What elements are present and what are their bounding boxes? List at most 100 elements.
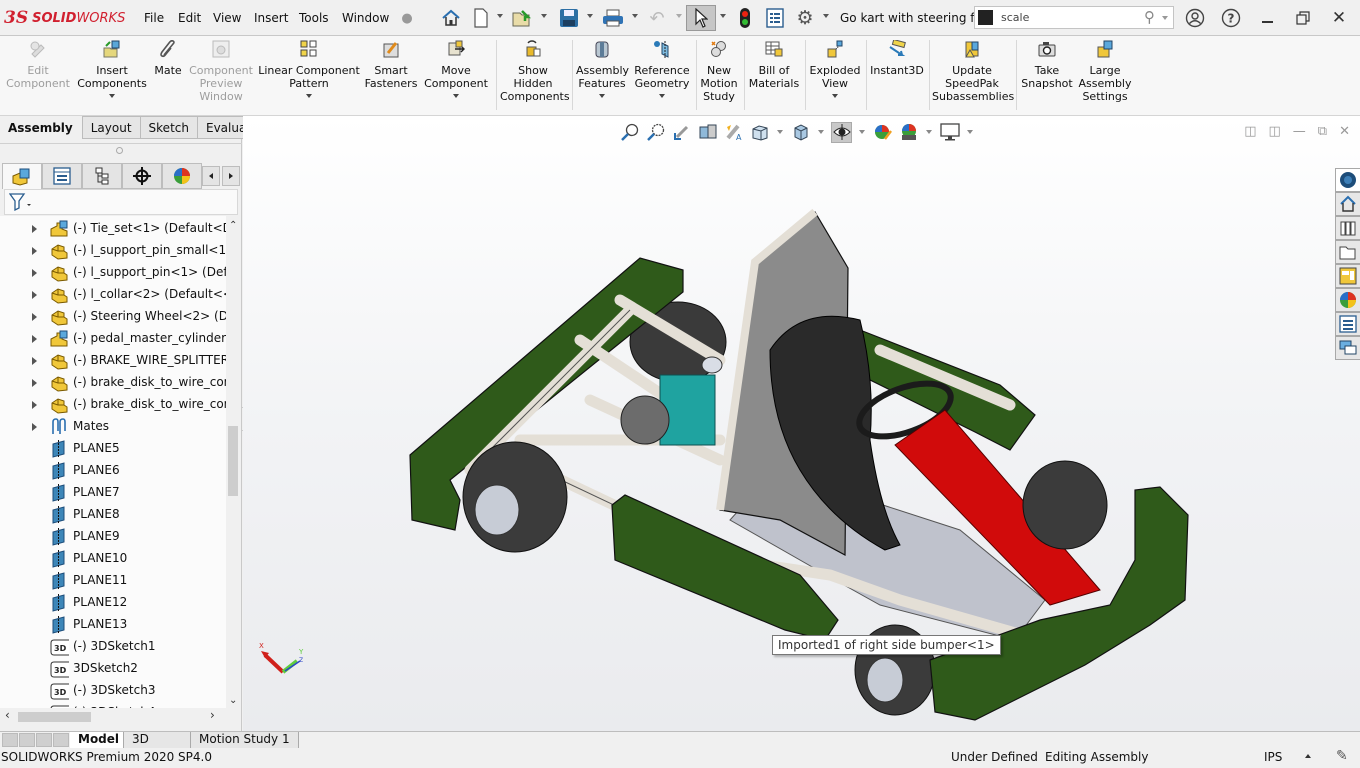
custom-properties-icon[interactable] bbox=[1335, 312, 1360, 336]
linear-component-pattern-dropdown[interactable] bbox=[306, 94, 312, 98]
tab-motion-study-1[interactable]: Motion Study 1 bbox=[191, 732, 299, 748]
print-icon[interactable] bbox=[602, 7, 624, 29]
menu-file[interactable]: File bbox=[144, 11, 164, 25]
menu-window[interactable]: Window bbox=[342, 11, 389, 25]
new-document-icon[interactable] bbox=[470, 7, 492, 29]
tree-item[interactable]: PLANE9 bbox=[0, 526, 226, 548]
options-icon[interactable]: ⚙ bbox=[794, 7, 816, 29]
options-dropdown[interactable] bbox=[823, 14, 829, 18]
save-dropdown[interactable] bbox=[587, 14, 593, 18]
tab-scroll-left[interactable] bbox=[202, 166, 220, 186]
file-properties-icon[interactable] bbox=[764, 7, 786, 29]
displaymanager-tab[interactable] bbox=[162, 163, 202, 189]
tab-first-button[interactable] bbox=[2, 733, 18, 747]
expand-arrow-icon[interactable] bbox=[32, 313, 37, 321]
tree-item[interactable]: (-) BRAKE_WIRE_SPLITTER<1: bbox=[0, 350, 226, 372]
propertymanager-tab[interactable] bbox=[42, 163, 82, 189]
menu-view[interactable]: View bbox=[213, 11, 241, 25]
tree-item[interactable]: PLANE5 bbox=[0, 438, 226, 460]
expand-arrow-icon[interactable] bbox=[32, 225, 37, 233]
new-motion-study-button[interactable]: New Motion Study bbox=[699, 40, 739, 103]
home-icon[interactable] bbox=[1335, 192, 1360, 216]
tree-item[interactable]: PLANE6 bbox=[0, 460, 226, 482]
search-input[interactable] bbox=[1001, 9, 1121, 26]
tab-sketch[interactable]: Sketch bbox=[140, 116, 198, 139]
tree-item[interactable]: (-) pedal_master_cylinder<1> bbox=[0, 328, 226, 350]
minimize-button[interactable] bbox=[1254, 6, 1280, 30]
tree-item[interactable]: PLANE13 bbox=[0, 614, 226, 636]
assembly-features-dropdown[interactable] bbox=[599, 94, 605, 98]
tree-item[interactable]: PLANE12 bbox=[0, 592, 226, 614]
user-account-icon[interactable] bbox=[1182, 6, 1208, 30]
tree-item[interactable]: (-) l_collar<2> (Default<<De bbox=[0, 284, 226, 306]
appearances-icon[interactable] bbox=[1335, 288, 1360, 312]
tree-item[interactable]: PLANE11 bbox=[0, 570, 226, 592]
close-button[interactable]: ✕ bbox=[1326, 6, 1352, 30]
new-dropdown[interactable] bbox=[497, 14, 503, 18]
linear-component-pattern-button[interactable]: Linear Component Pattern bbox=[258, 40, 360, 98]
expand-arrow-icon[interactable] bbox=[32, 357, 37, 365]
tab-layout[interactable]: Layout bbox=[81, 116, 141, 139]
assembly-features-button[interactable]: Assembly Features bbox=[576, 40, 629, 98]
menu-edit[interactable]: Edit bbox=[178, 11, 201, 25]
expand-arrow-icon[interactable] bbox=[32, 423, 37, 431]
tree-item[interactable]: (-) l_support_pin_small<1> (I bbox=[0, 240, 226, 262]
show-hidden-components-button[interactable]: Show Hidden Components bbox=[500, 40, 570, 103]
reference-geometry-dropdown[interactable] bbox=[659, 94, 665, 98]
save-icon[interactable] bbox=[558, 7, 580, 29]
tree-item[interactable]: 3D (-) 3DSketch3 bbox=[0, 680, 226, 702]
units-selector[interactable]: IPS bbox=[1264, 750, 1282, 764]
expand-arrow-icon[interactable] bbox=[32, 335, 37, 343]
tree-item[interactable]: (-) Tie_set<1> (Default<Displ bbox=[0, 218, 226, 240]
tree-horizontal-scrollbar[interactable]: ‹ › bbox=[0, 708, 226, 725]
tab-next-button[interactable] bbox=[36, 733, 52, 747]
tab-scroll-right[interactable] bbox=[222, 166, 240, 186]
expand-arrow-icon[interactable] bbox=[32, 269, 37, 277]
tree-item[interactable]: PLANE7 bbox=[0, 482, 226, 504]
tree-item[interactable]: (-) brake_disk_to_wire_conne bbox=[0, 394, 226, 416]
tree-item[interactable]: Mates bbox=[0, 416, 226, 438]
panel-resize-handle[interactable] bbox=[116, 147, 123, 154]
print-dropdown[interactable] bbox=[632, 14, 638, 18]
insert-components-button[interactable]: Insert Components bbox=[76, 40, 148, 98]
update-speedpak-button[interactable]: Update SpeedPak Subassemblies bbox=[932, 40, 1014, 103]
edit-component-button[interactable]: Edit Component bbox=[6, 40, 70, 90]
exploded-view-button[interactable]: Exploded View bbox=[808, 40, 862, 98]
tree-vertical-scrollbar[interactable]: ⌃ ⌄ bbox=[226, 216, 240, 708]
search-commands[interactable]: ⚲ bbox=[974, 6, 1174, 29]
select-dropdown[interactable] bbox=[720, 14, 726, 18]
insert-components-dropdown[interactable] bbox=[109, 94, 115, 98]
tab-3d-views[interactable]: 3D Views bbox=[124, 732, 191, 761]
scroll-thumb[interactable] bbox=[18, 712, 91, 722]
expand-arrow-icon[interactable] bbox=[32, 291, 37, 299]
rebuild-icon[interactable] bbox=[734, 7, 756, 29]
expand-arrow-icon[interactable] bbox=[32, 379, 37, 387]
expand-arrow-icon[interactable] bbox=[32, 401, 37, 409]
restore-button[interactable] bbox=[1290, 6, 1316, 30]
configurationmanager-tab[interactable] bbox=[82, 163, 122, 189]
menu-tools[interactable]: Tools bbox=[299, 11, 329, 25]
tree-item[interactable]: 3D (-) 3DSketch1 bbox=[0, 636, 226, 658]
take-snapshot-button[interactable]: Take Snapshot bbox=[1019, 40, 1075, 90]
tree-item[interactable]: (-) l_support_pin<1> (Defaul bbox=[0, 262, 226, 284]
tree-item[interactable]: 3D 3DSketch2 bbox=[0, 658, 226, 680]
rebuild-status-icon[interactable]: ✎ bbox=[1336, 748, 1348, 764]
scroll-down-arrow[interactable]: ⌄ bbox=[229, 695, 237, 706]
component-preview-window-button[interactable]: Component Preview Window bbox=[188, 40, 254, 103]
reference-geometry-button[interactable]: Reference Geometry bbox=[632, 40, 692, 98]
search-dropdown[interactable] bbox=[1162, 16, 1168, 20]
tab-last-button[interactable] bbox=[53, 733, 69, 747]
help-icon[interactable]: ? bbox=[1218, 6, 1244, 30]
scroll-right-arrow[interactable]: › bbox=[210, 708, 215, 722]
featuremanager-tab[interactable] bbox=[2, 163, 42, 189]
undo-icon[interactable]: ↶ bbox=[646, 7, 668, 29]
bill-of-materials-button[interactable]: Bill of Materials bbox=[748, 40, 800, 90]
tree-item[interactable]: (-) brake_disk_to_wire_conne bbox=[0, 372, 226, 394]
tree-item[interactable]: (-) Steering Wheel<2> (Defau bbox=[0, 306, 226, 328]
tree-item[interactable]: PLANE10 bbox=[0, 548, 226, 570]
tab-prev-button[interactable] bbox=[19, 733, 35, 747]
file-explorer-icon[interactable] bbox=[1335, 240, 1360, 264]
tree-item[interactable]: PLANE8 bbox=[0, 504, 226, 526]
open-icon[interactable] bbox=[512, 7, 534, 29]
open-dropdown[interactable] bbox=[541, 14, 547, 18]
